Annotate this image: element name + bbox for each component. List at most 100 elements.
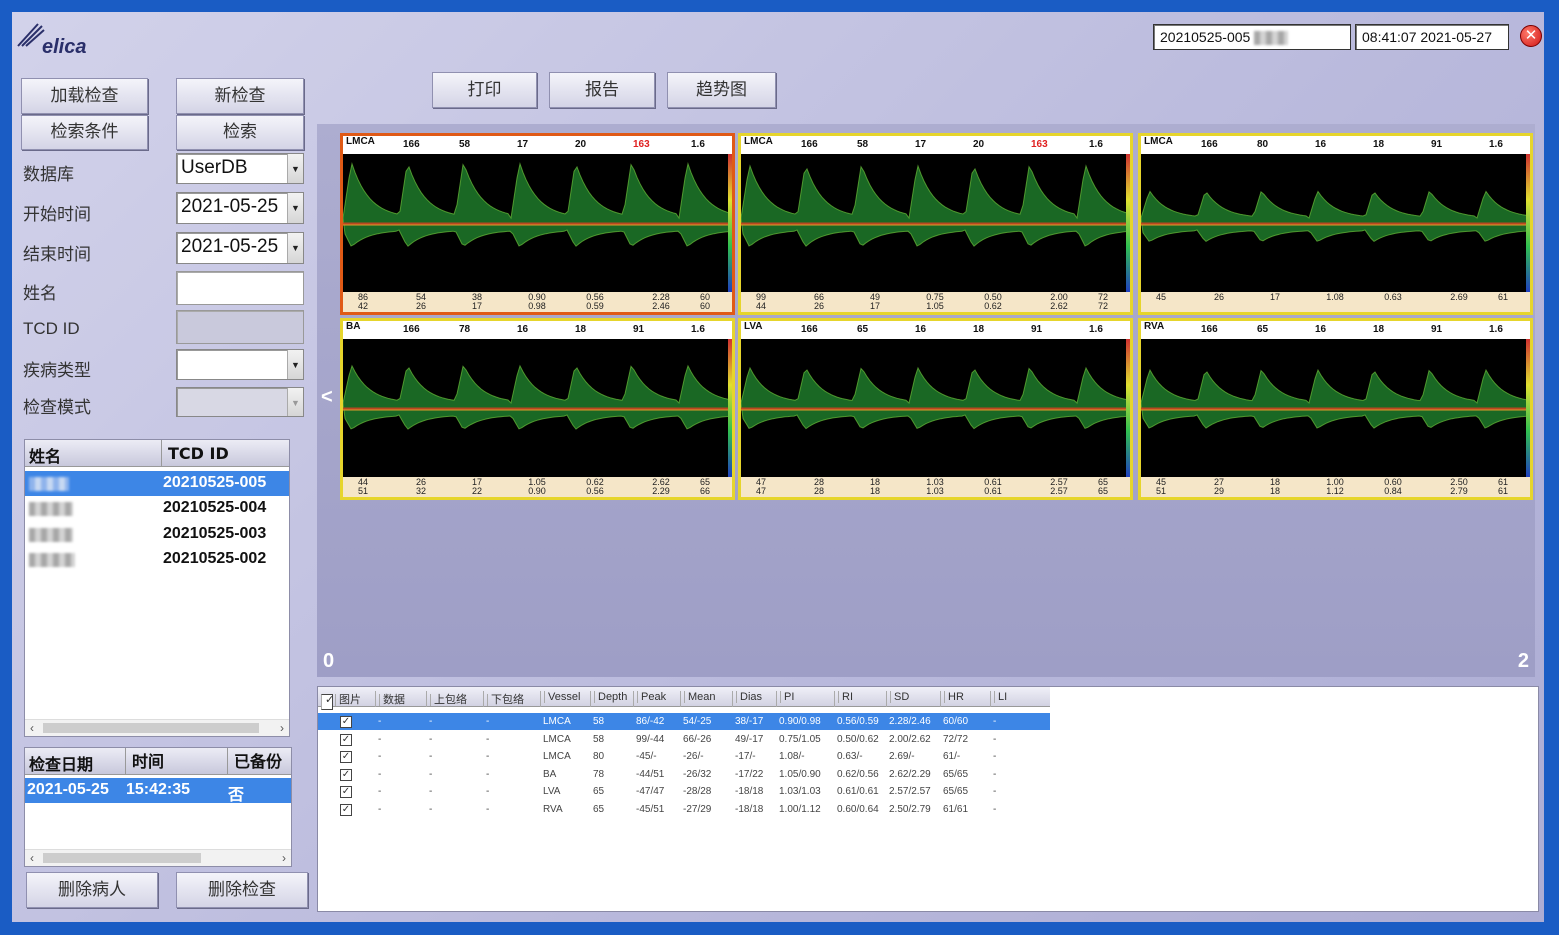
column-header[interactable]: Depth <box>594 691 628 703</box>
chevron-down-icon[interactable]: ▼ <box>287 388 303 416</box>
chevron-down-icon[interactable]: ▼ <box>287 350 303 379</box>
column-header[interactable]: 下包络 <box>487 694 524 706</box>
row-checkbox[interactable]: ✓ <box>340 803 352 816</box>
scroll-right-icon[interactable]: › <box>280 721 284 735</box>
search-button[interactable]: 检索 <box>176 115 304 150</box>
column-header-cell[interactable]: 数据 <box>375 691 405 707</box>
column-header[interactable]: Peak <box>637 691 667 703</box>
doppler-spectrum[interactable] <box>343 154 732 292</box>
spectrum-cell-lmca[interactable]: LMCA 166 58 17 20 163 1.6 86 54 38 0.90 0.56 2.28 60 4… <box>340 133 735 315</box>
patient-row[interactable]: 20210525-004 <box>25 496 289 521</box>
start-date-picker[interactable]: 2021-05-25 ▼ <box>176 192 304 224</box>
column-header-tcd-id[interactable]: TCD ID <box>161 440 229 467</box>
column-header-cell[interactable]: Dias <box>732 691 763 707</box>
spectrum-value: 0.63 <box>1384 292 1402 302</box>
column-header-cell[interactable]: Depth <box>590 691 628 707</box>
measurement-row[interactable]: ✓ - - - LMCA 58 86/-42 54/-25 38/-17 0.90/0.98 0.5… <box>318 713 1050 730</box>
scrollbar-thumb[interactable] <box>43 723 259 733</box>
spectrum-cell-ba[interactable]: BA 166 78 16 18 91 1.6 44 26 17 1.05 0.62 2.62 65 51 32… <box>340 318 735 500</box>
doppler-spectrum[interactable] <box>1141 154 1530 292</box>
column-header-cell[interactable]: Peak <box>633 691 667 707</box>
column-header[interactable]: Mean <box>684 691 716 703</box>
measurement-row[interactable]: ✓ - - - LVA 65 -47/47 -28/28 -18/18 1.03/1.03 0.61… <box>318 783 1050 800</box>
select-all-checkbox[interactable]: ✓ <box>321 694 334 710</box>
column-header-exam-date[interactable]: 检查日期 <box>29 751 93 775</box>
tcd-id-input[interactable] <box>176 310 304 344</box>
exam-mode-select[interactable]: ▼ <box>176 387 304 417</box>
column-header-backed-up[interactable]: 已备份 <box>227 748 282 775</box>
column-header-cell[interactable]: 上包络 <box>426 691 467 707</box>
exam-list-scrollbar[interactable]: ‹ › <box>25 849 291 866</box>
column-header[interactable]: SD <box>890 691 910 703</box>
column-header-cell[interactable]: 下包络 <box>483 691 524 707</box>
trend-chart-button[interactable]: 趋势图 <box>667 72 776 108</box>
patient-row[interactable]: 20210525-005 <box>25 471 289 496</box>
column-header-cell[interactable]: Vessel <box>540 691 581 707</box>
table-cell: 38/-17 <box>735 716 764 727</box>
column-header-cell[interactable]: HR <box>940 691 964 707</box>
delete-exam-button[interactable]: 删除检查 <box>176 872 308 908</box>
spectrum-cell-lmca[interactable]: LMCA 166 58 17 20 163 1.6 99 66 49 0.75 0.50 2.00 72 4… <box>738 133 1133 315</box>
spectrum-footer: 86 54 38 0.90 0.56 2.28 60 42 26 17 0.98 0.59 2.46 60 <box>343 292 732 312</box>
print-button[interactable]: 打印 <box>432 72 537 108</box>
column-header[interactable]: Dias <box>736 691 763 703</box>
chevron-down-icon[interactable]: ▼ <box>287 154 303 183</box>
column-header[interactable]: PI <box>780 691 795 703</box>
chevron-down-icon[interactable]: ▼ <box>287 193 303 223</box>
scroll-right-icon[interactable]: › <box>282 851 286 865</box>
measurement-row[interactable]: ✓ - - - LMCA 80 -45/- -26/- -17/- 1.08/- 0.63/- 2.6… <box>318 748 1050 765</box>
database-select[interactable]: UserDB ▼ <box>176 153 304 184</box>
measurement-row[interactable]: ✓ - - - RVA 65 -45/51 -27/29 -18/18 1.00/1.12 0.60… <box>318 801 1050 818</box>
table-cell: -44/51 <box>636 768 665 780</box>
doppler-spectrum[interactable] <box>741 339 1130 477</box>
column-header[interactable]: Vessel <box>544 691 581 703</box>
column-header[interactable]: HR <box>944 691 964 703</box>
column-header-cell[interactable]: PI <box>776 691 795 707</box>
table-cell: 0.90/0.98 <box>779 716 821 727</box>
column-header-cell[interactable]: LI <box>990 691 1008 707</box>
column-header-cell[interactable]: SD <box>886 691 910 707</box>
column-header-cell[interactable]: Mean <box>680 691 716 707</box>
row-checkbox[interactable]: ✓ <box>340 716 352 728</box>
column-header[interactable]: LI <box>994 691 1008 703</box>
doppler-spectrum[interactable] <box>1141 339 1530 477</box>
patient-row[interactable]: 20210525-003 <box>25 522 289 547</box>
patient-list-scrollbar[interactable]: ‹ › <box>25 719 289 736</box>
spectrum-cell-lva[interactable]: LVA 166 65 16 18 91 1.6 47 28 18 1.03 0.61 2.57 65 47 2… <box>738 318 1133 500</box>
delete-patient-button[interactable]: 删除病人 <box>26 872 158 908</box>
chevron-down-icon[interactable]: ▼ <box>287 233 303 263</box>
column-header-cell[interactable]: RI <box>834 691 853 707</box>
report-button[interactable]: 报告 <box>549 72 655 108</box>
spectrum-cell-lmca[interactable]: LMCA 166 80 16 18 91 1.6 45 26 17 1.08 0.63 2.69 61 <box>1138 133 1533 315</box>
spectrum-param: 1.6 <box>691 324 705 335</box>
scrollbar-thumb[interactable] <box>43 853 201 863</box>
scroll-left-icon[interactable]: ‹ <box>30 851 34 865</box>
scroll-left-icon[interactable]: ‹ <box>30 721 34 735</box>
column-header-name[interactable]: 姓名 <box>29 443 61 467</box>
name-input[interactable] <box>176 271 304 305</box>
row-checkbox[interactable]: ✓ <box>340 786 352 798</box>
search-criteria-button[interactable]: 检索条件 <box>21 115 148 150</box>
measurement-row[interactable]: ✓ - - - BA 78 -44/51 -26/32 -17/22 1.05/0.90 0.62/… <box>318 766 1050 783</box>
column-header[interactable]: 图片 <box>335 694 361 706</box>
new-exam-button[interactable]: 新检查 <box>176 78 304 114</box>
previous-page-button[interactable]: < <box>321 386 333 409</box>
row-checkbox[interactable]: ✓ <box>340 751 352 763</box>
disease-type-select[interactable]: ▼ <box>176 349 304 380</box>
column-header[interactable]: 数据 <box>379 694 405 706</box>
doppler-spectrum[interactable] <box>741 154 1130 292</box>
column-header-time[interactable]: 时间 <box>125 748 164 775</box>
column-header[interactable]: RI <box>838 691 853 703</box>
measurement-row[interactable]: ✓ - - - LMCA 58 99/-44 66/-26 49/-17 0.75/1.05 0.5… <box>318 731 1050 748</box>
end-date-picker[interactable]: 2021-05-25 ▼ <box>176 232 304 264</box>
exam-row[interactable]: 2021-05-25 15:42:35 否 <box>25 778 291 804</box>
row-checkbox[interactable]: ✓ <box>340 768 352 781</box>
patient-row[interactable]: 20210525-002 <box>25 547 289 572</box>
doppler-spectrum[interactable] <box>343 339 732 477</box>
close-button[interactable]: ✕ <box>1520 25 1542 47</box>
column-header[interactable]: 上包络 <box>430 694 467 706</box>
row-checkbox[interactable]: ✓ <box>340 733 352 746</box>
load-exam-button[interactable]: 加载检查 <box>21 78 148 114</box>
column-header-cell[interactable]: ✓ 图片 <box>318 691 361 710</box>
spectrum-cell-rva[interactable]: RVA 166 65 16 18 91 1.6 45 27 18 1.00 0.60 2.50 61 51 2… <box>1138 318 1533 500</box>
